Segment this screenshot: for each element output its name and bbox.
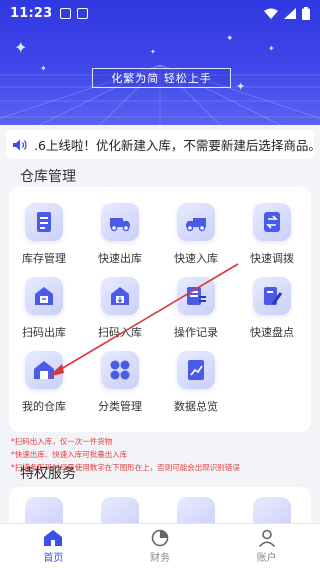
sparkle-icon: ✦	[236, 80, 246, 93]
signal-icon	[284, 7, 296, 19]
announcement-bar[interactable]: .6上线啦！优化新建入库，不需要新建后选择商品。	[6, 130, 314, 159]
scan-outbound-icon	[25, 277, 63, 315]
menu-item-scan-outbound[interactable]: 扫码出库	[9, 277, 79, 340]
menu-item-data-overview[interactable]: 数据总览	[161, 351, 231, 414]
scan-inbound-icon	[101, 277, 139, 315]
tab-finance[interactable]: 财务	[107, 524, 214, 569]
bottom-tab-bar: 首页 财务 账户	[0, 523, 320, 569]
quick-outbound-icon	[101, 203, 139, 241]
quick-inbound-icon	[177, 203, 215, 241]
announcement-text: .6上线啦！优化新建入库，不需要新建后选择商品。	[34, 138, 314, 153]
account-icon	[258, 529, 275, 547]
speaker-icon	[13, 139, 27, 150]
section-title-privilege: 特权服务	[20, 466, 76, 482]
tab-label: 账户	[256, 553, 277, 564]
menu-item-stocktake[interactable]: 快速盘点	[237, 277, 307, 340]
status-bar: 11:23	[0, 0, 320, 26]
menu-item-label: 我的仓库	[22, 400, 66, 413]
data-overview-icon	[177, 351, 215, 389]
menu-item-operation-log[interactable]: 操作记录	[161, 277, 231, 340]
tab-account[interactable]: 账户	[213, 524, 320, 569]
status-time: 11:23	[10, 5, 53, 21]
menu-item-category[interactable]: 分类管理	[85, 351, 155, 414]
menu-item-label: 数据总览	[174, 400, 218, 413]
menu-item-scan-inbound[interactable]: 扫码入库	[85, 277, 155, 340]
tip-line: *快速出库、快速入库可批量出入库	[11, 450, 128, 459]
banner-slogan: 化繁为简 轻松上手	[92, 68, 231, 88]
menu-item-label: 扫码入库	[98, 326, 142, 339]
tab-label: 财务	[150, 553, 170, 564]
menu-item-label: 快速出库	[98, 252, 142, 265]
tab-label: 首页	[43, 553, 64, 564]
sparkle-icon: ✦	[268, 44, 275, 53]
menu-item-label: 快速盘点	[250, 326, 294, 339]
tip-line: *扫码出入库，仅一次一件货物	[11, 437, 113, 446]
transfer-icon	[253, 203, 291, 241]
menu-item-transfer[interactable]: 快速调拨	[237, 203, 307, 266]
menu-item-label: 快速调拨	[250, 252, 294, 265]
sparkle-icon: ✦	[14, 38, 28, 57]
download-icon	[77, 7, 89, 19]
menu-item-quick-inbound[interactable]: 快速入库	[161, 203, 231, 266]
menu-item-label: 扫码出库	[22, 326, 66, 339]
inventory-icon	[25, 203, 63, 241]
warehouse-card: 库存管理 快速出库 快速入库 快速调拨 扫码出库 扫码入库 操作记录 快速盘点 …	[9, 187, 311, 432]
sparkle-icon: ✦	[226, 34, 234, 44]
notification-icon	[60, 7, 72, 19]
menu-item-label: 库存管理	[22, 252, 66, 265]
sparkle-icon: ✦	[150, 48, 156, 56]
my-warehouse-icon	[25, 351, 63, 389]
menu-item-label: 快速入库	[174, 252, 218, 265]
section-title-warehouse: 仓库管理	[20, 169, 76, 185]
tab-home[interactable]: 首页	[0, 524, 107, 569]
menu-item-label: 分类管理	[98, 400, 142, 413]
sparkle-icon: ✦	[40, 64, 47, 73]
privilege-card	[9, 487, 311, 527]
wifi-icon	[264, 8, 278, 19]
menu-item-quick-outbound[interactable]: 快速出库	[85, 203, 155, 266]
category-icon	[101, 351, 139, 389]
finance-icon	[151, 529, 169, 547]
menu-item-label: 操作记录	[174, 326, 218, 339]
home-icon	[44, 530, 63, 546]
battery-icon	[302, 6, 310, 20]
operation-log-icon	[177, 277, 215, 315]
menu-item-my-warehouse[interactable]: 我的仓库	[9, 351, 79, 414]
menu-item-inventory[interactable]: 库存管理	[9, 203, 79, 266]
stocktake-icon	[253, 277, 291, 315]
